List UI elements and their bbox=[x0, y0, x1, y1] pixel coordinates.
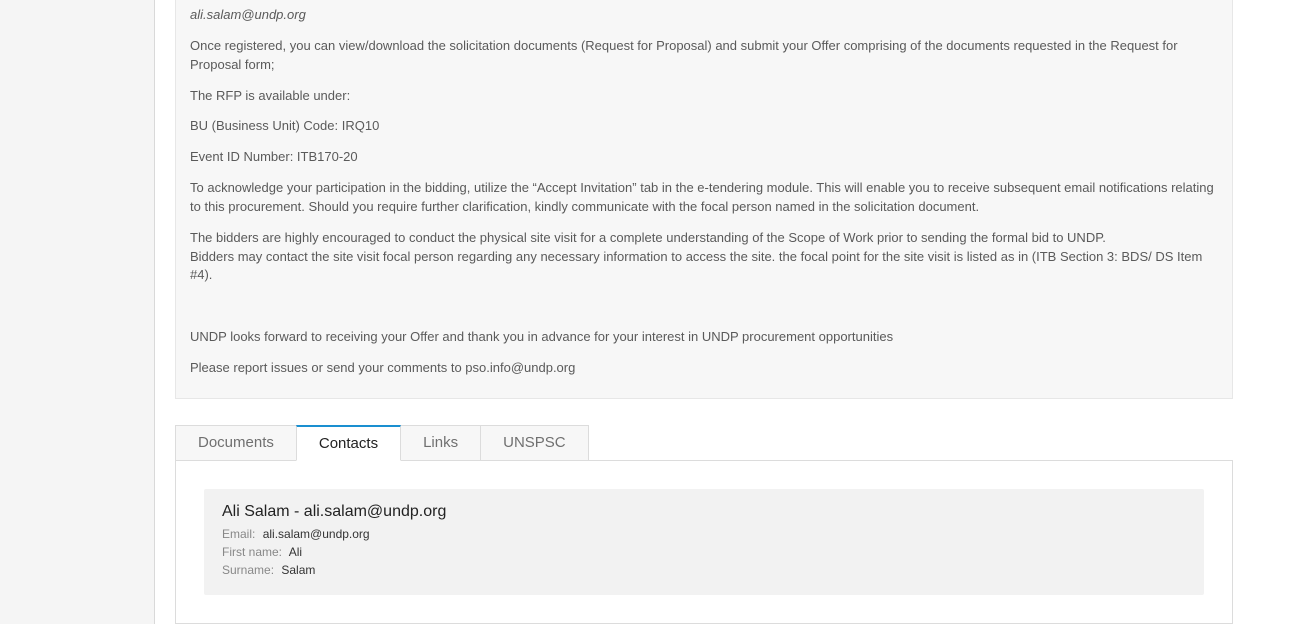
desc-paragraph: To acknowledge your participation in the… bbox=[190, 173, 1218, 223]
contact-surname-value: Salam bbox=[281, 563, 315, 577]
desc-paragraph: Event ID Number: ITB170-20 bbox=[190, 142, 1218, 173]
contact-surname-label: Surname: bbox=[222, 563, 274, 577]
tab-content-contacts: Ali Salam - ali.salam@undp.org Email: al… bbox=[175, 460, 1233, 624]
contact-title: Ali Salam - ali.salam@undp.org bbox=[222, 503, 1186, 521]
contact-surname-line: Surname: Salam bbox=[222, 561, 1186, 579]
contact-first-value: Ali bbox=[289, 545, 302, 559]
desc-spacer bbox=[190, 291, 1218, 322]
tab-row: Documents Contacts Links UNSPSC bbox=[175, 425, 1233, 461]
desc-paragraph: Once registered, you can view/download t… bbox=[190, 31, 1218, 81]
tab-unspsc[interactable]: UNSPSC bbox=[480, 425, 589, 461]
contact-card: Ali Salam - ali.salam@undp.org Email: al… bbox=[204, 489, 1204, 595]
desc-paragraph: BU (Business Unit) Code: IRQ10 bbox=[190, 111, 1218, 142]
contact-email-line: Email: ali.salam@undp.org bbox=[222, 525, 1186, 543]
description-panel: ali.salam@undp.org Once registered, you … bbox=[175, 0, 1233, 399]
tabs-host: Documents Contacts Links UNSPSC Ali Sala… bbox=[175, 425, 1233, 624]
desc-paragraph: The RFP is available under: bbox=[190, 81, 1218, 112]
desc-line: The bidders are highly encouraged to con… bbox=[190, 230, 1106, 245]
truncated-email: ali.salam@undp.org bbox=[190, 0, 1218, 31]
tab-documents[interactable]: Documents bbox=[175, 425, 297, 461]
tab-links[interactable]: Links bbox=[400, 425, 481, 461]
main-column: ali.salam@undp.org Once registered, you … bbox=[155, 0, 1313, 624]
desc-paragraph: UNDP looks forward to receiving your Off… bbox=[190, 322, 1218, 353]
desc-line: Bidders may contact the site visit focal… bbox=[190, 249, 1202, 283]
tab-contacts[interactable]: Contacts bbox=[296, 425, 401, 461]
left-gutter bbox=[0, 0, 155, 624]
contact-first-line: First name: Ali bbox=[222, 543, 1186, 561]
contact-email-value: ali.salam@undp.org bbox=[263, 527, 370, 541]
contact-email-label: Email: bbox=[222, 527, 255, 541]
desc-paragraph: Please report issues or send your commen… bbox=[190, 353, 1218, 384]
desc-paragraph: The bidders are highly encouraged to con… bbox=[190, 223, 1218, 292]
contact-first-label: First name: bbox=[222, 545, 282, 559]
